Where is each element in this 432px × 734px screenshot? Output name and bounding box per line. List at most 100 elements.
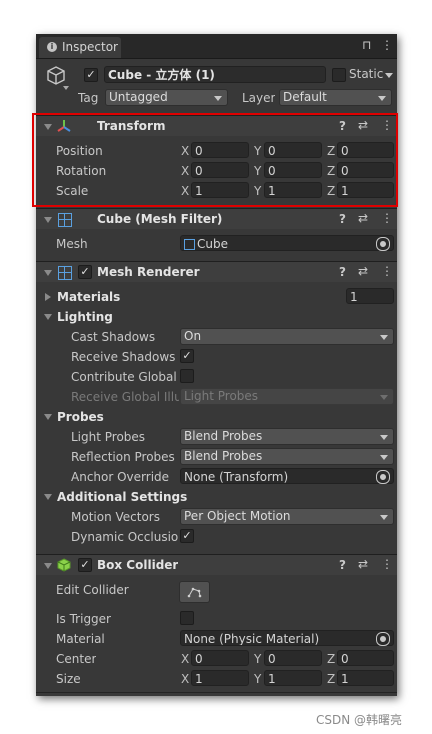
foldout-icon[interactable] [44, 217, 52, 223]
mesh-renderer-header[interactable]: ✓ Mesh Renderer ? ⇄ ⋮ [36, 261, 397, 282]
size-z-axis[interactable]: Z [327, 672, 335, 686]
chevron-down-icon [380, 455, 388, 460]
mesh-label: Mesh [56, 237, 88, 251]
chevron-down-icon [380, 435, 388, 440]
motion-vectors-dropdown[interactable]: Per Object Motion [180, 508, 394, 525]
mesh-renderer-enabled-checkbox[interactable]: ✓ [78, 265, 92, 279]
help-icon[interactable]: ? [339, 265, 346, 279]
center-y-field[interactable]: 0 [264, 650, 322, 666]
size-z-field[interactable]: 1 [337, 670, 394, 686]
lighting-foldout-icon[interactable] [44, 314, 52, 320]
dynamic-occlusion-label: Dynamic Occlusion [71, 530, 179, 544]
reflection-probes-dropdown[interactable]: Blend Probes [180, 448, 394, 465]
mesh-renderer-icon [58, 266, 72, 280]
light-probes-label: Light Probes [71, 430, 146, 444]
center-y-axis[interactable]: Y [254, 652, 261, 666]
name-field[interactable]: Cube - 立方体 (1) [104, 66, 326, 83]
mesh-filter-header[interactable]: Cube (Mesh Filter) ? ⇄ ⋮ [36, 208, 397, 229]
object-picker-icon[interactable] [376, 632, 390, 646]
anchor-override-field[interactable]: None (Transform) [180, 468, 394, 484]
component-menu-icon[interactable]: ⋮ [381, 211, 393, 225]
tag-dropdown[interactable]: Untagged [105, 89, 228, 106]
additional-settings-label: Additional Settings [57, 490, 188, 504]
chevron-down-icon [380, 395, 388, 400]
foldout-icon[interactable] [44, 563, 52, 569]
material-value: None (Physic Material) [184, 632, 320, 646]
anchor-override-value: None (Transform) [184, 470, 289, 484]
contribute-gi-label: Contribute Global Il [71, 370, 179, 384]
reflection-probes-value: Blend Probes [184, 449, 263, 463]
presets-icon[interactable]: ⇄ [358, 557, 368, 571]
box-collider-icon [57, 558, 71, 572]
reflection-probes-label: Reflection Probes [71, 450, 175, 464]
more-menu-icon[interactable]: ⋮ [381, 38, 393, 52]
box-collider-header[interactable]: ✓ Box Collider ? ⇄ ⋮ [36, 554, 397, 575]
object-picker-icon[interactable] [376, 237, 390, 251]
center-label: Center [56, 652, 97, 666]
dynamic-occlusion-checkbox[interactable]: ✓ [180, 529, 194, 543]
materials-foldout-icon[interactable] [45, 293, 51, 301]
help-icon[interactable]: ? [339, 558, 346, 572]
icon-dropdown-icon[interactable] [63, 86, 69, 90]
receive-gi-value: Light Probes [184, 389, 259, 403]
additional-settings-foldout-icon[interactable] [44, 494, 52, 500]
center-x-axis[interactable]: X [181, 652, 189, 666]
motion-vectors-label: Motion Vectors [71, 510, 160, 524]
material-field[interactable]: None (Physic Material) [180, 630, 394, 646]
lighting-label: Lighting [57, 310, 113, 324]
mesh-object-field[interactable]: Cube [180, 235, 394, 251]
edit-collider-icon [187, 587, 202, 598]
mesh-filter-icon [58, 213, 72, 227]
object-picker-icon[interactable] [376, 470, 390, 484]
tag-label: Tag [78, 91, 99, 105]
watermark: CSDN @韩曙亮 [316, 713, 403, 727]
component-menu-icon[interactable]: ⋮ [381, 264, 393, 278]
mesh-value: Cube [197, 237, 228, 251]
presets-icon[interactable]: ⇄ [358, 264, 368, 278]
light-probes-dropdown[interactable]: Blend Probes [180, 428, 394, 445]
layer-dropdown[interactable]: Default [279, 89, 392, 106]
materials-label: Materials [57, 290, 121, 304]
center-x-field[interactable]: 0 [191, 650, 249, 666]
component-menu-icon[interactable]: ⋮ [381, 557, 393, 571]
chevron-down-icon [380, 335, 388, 340]
mesh-filter-title: Cube (Mesh Filter) [97, 212, 223, 226]
edit-collider-label: Edit Collider [56, 583, 129, 597]
lock-icon[interactable]: ⊓ [362, 38, 371, 52]
probes-foldout-icon[interactable] [44, 414, 52, 420]
box-collider-enabled-checkbox[interactable]: ✓ [78, 558, 92, 572]
receive-shadows-checkbox[interactable]: ✓ [180, 349, 194, 363]
bottom-divider [36, 692, 397, 693]
tab-inspector-label: Inspector [62, 40, 118, 54]
info-icon: i [47, 42, 57, 52]
size-x-axis[interactable]: X [181, 672, 189, 686]
static-dropdown-icon[interactable] [385, 73, 393, 78]
material-label: Material [56, 632, 105, 646]
chevron-down-icon [378, 96, 386, 101]
tab-bar: i Inspector ⊓ ⋮ [36, 34, 397, 59]
materials-count-field[interactable]: 1 [346, 288, 394, 304]
receive-gi-dropdown: Light Probes [180, 388, 394, 405]
transform-highlight-box [32, 113, 398, 207]
edit-collider-button[interactable] [179, 581, 210, 603]
cast-shadows-dropdown[interactable]: On [180, 328, 394, 345]
size-x-field[interactable]: 1 [191, 670, 249, 686]
gameobject-cube-icon[interactable] [45, 65, 67, 87]
center-z-field[interactable]: 0 [337, 650, 394, 666]
active-checkbox[interactable]: ✓ [84, 68, 98, 82]
layer-value: Default [283, 90, 327, 104]
is-trigger-checkbox[interactable] [180, 611, 194, 625]
size-y-field[interactable]: 1 [264, 670, 322, 686]
center-z-axis[interactable]: Z [327, 652, 335, 666]
foldout-icon[interactable] [44, 270, 52, 276]
chevron-down-icon [380, 515, 388, 520]
tab-inspector[interactable]: i Inspector [39, 37, 121, 58]
mesh-icon [184, 239, 195, 250]
size-y-axis[interactable]: Y [254, 672, 261, 686]
presets-icon[interactable]: ⇄ [358, 211, 368, 225]
light-probes-value: Blend Probes [184, 429, 263, 443]
static-checkbox[interactable] [332, 68, 346, 82]
contribute-gi-checkbox[interactable] [180, 369, 194, 383]
receive-gi-label: Receive Global Illur [71, 390, 179, 404]
help-icon[interactable]: ? [339, 212, 346, 226]
